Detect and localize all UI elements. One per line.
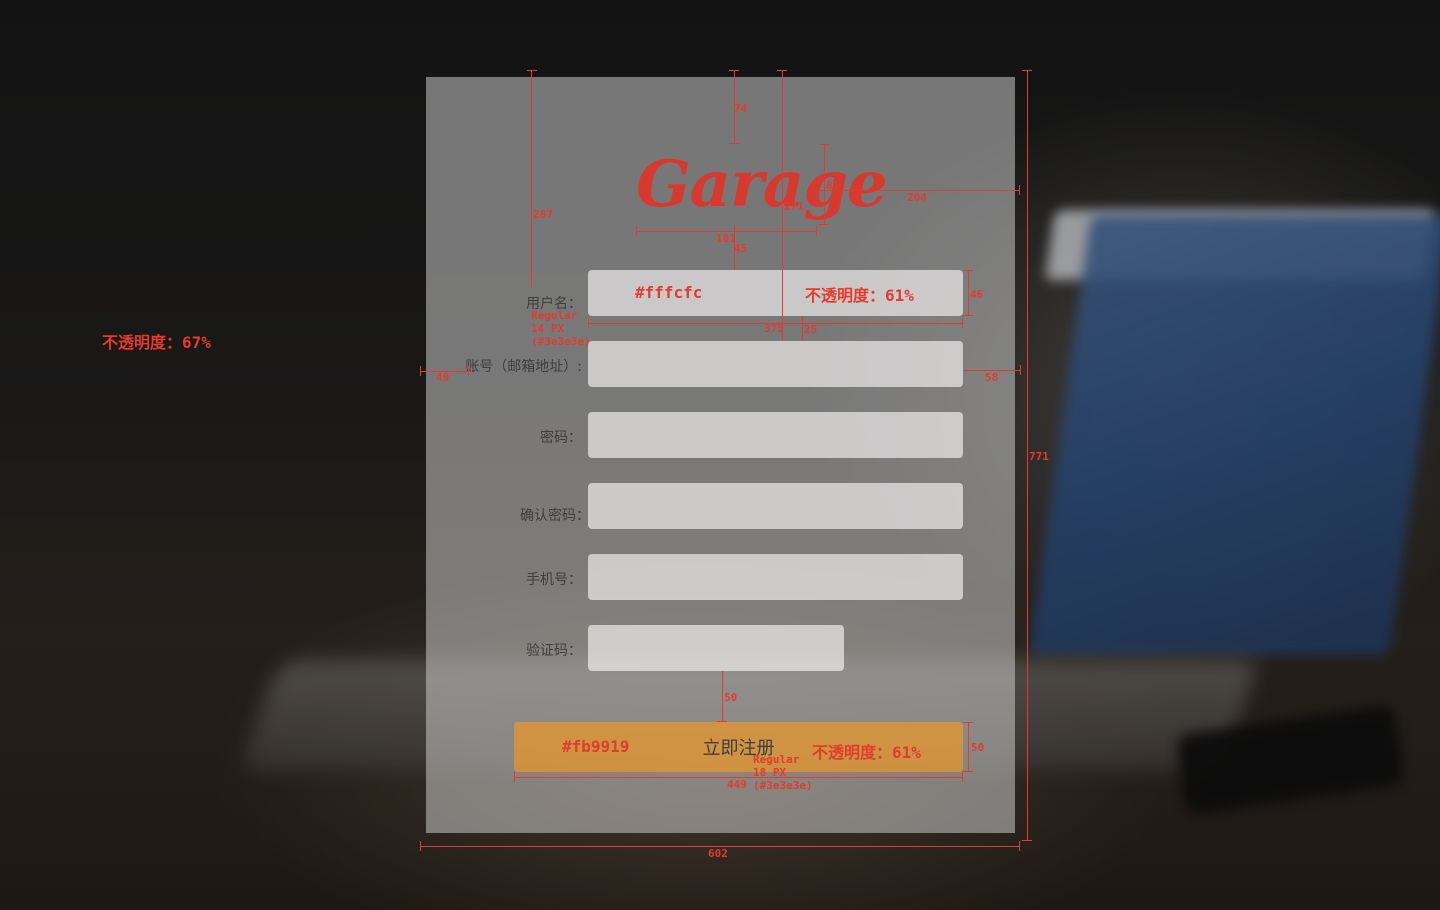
captcha-label: 验证码： (526, 643, 582, 659)
button-opacity-note: 不透明度：61% (812, 743, 921, 762)
captcha-input[interactable] (588, 625, 844, 671)
dim-74: 74 (734, 102, 748, 115)
dim-771: 771 (1029, 450, 1049, 463)
account-input[interactable] (588, 341, 963, 387)
dim-58: 58 (985, 371, 999, 384)
phone-input[interactable] (588, 554, 963, 600)
dim-449: 449 (727, 778, 747, 791)
confirm-password-label: 确认密码： (520, 508, 590, 524)
dim-45: 45 (734, 242, 748, 255)
label-font-note-3: (#3e3e3e) (531, 335, 591, 348)
dim-25: 25 (804, 323, 818, 336)
button-color-note: #fb9919 (562, 737, 630, 756)
dim-602: 602 (708, 847, 728, 860)
dim-181: 181 (716, 232, 736, 245)
field-color-note: #fffcfc (635, 283, 703, 302)
button-font-note-3: (#3e3e3e) (753, 779, 813, 792)
phone-label: 手机号： (526, 572, 582, 588)
password-label: 密码： (540, 430, 582, 446)
confirm-password-input[interactable] (588, 483, 963, 529)
password-input[interactable] (588, 412, 963, 458)
field-opacity-note: 不透明度：61% (805, 286, 914, 305)
dim-50-gap: 50 (724, 691, 738, 704)
dim-81: 81 (826, 179, 840, 192)
label-font-note-2: 14 PX (531, 322, 565, 335)
account-label: 账号（邮箱地址）: (465, 359, 582, 375)
page-opacity-note: 不透明度：67% (102, 333, 211, 352)
dim-49: 49 (436, 371, 450, 384)
dim-375: 375 (764, 322, 784, 335)
dim-50-height: 50 (971, 741, 985, 754)
dim-204: 204 (907, 191, 927, 204)
label-font-note-1: Regular (531, 309, 578, 322)
dim-287: 287 (533, 208, 553, 221)
button-font-note-2: 18 PX (753, 766, 787, 779)
button-font-note-1: Regular (753, 753, 800, 766)
dim-271: 271 (784, 200, 804, 213)
dim-46: 46 (970, 288, 984, 301)
garage-logo: Garage (636, 147, 888, 222)
